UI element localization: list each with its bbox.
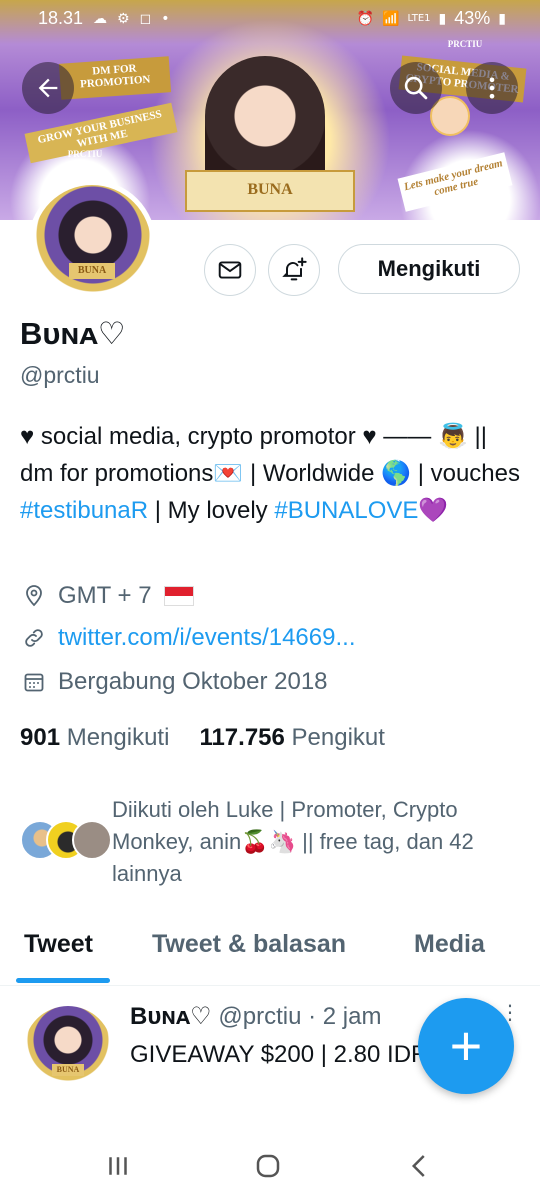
instagram-icon: ◻ (139, 10, 152, 27)
home-button[interactable] (248, 1146, 288, 1186)
url-row: twitter.com/i/events/14669... (20, 624, 355, 652)
wifi-icon: 📶 (382, 10, 400, 27)
search-icon (404, 76, 428, 100)
message-button[interactable] (204, 244, 256, 296)
avatar-image: BUNA (33, 185, 151, 303)
avatar-label: BUNA (69, 263, 115, 279)
display-name: Bᴜɴᴀ♡ (20, 316, 126, 351)
gear-notification-icon: ⚙ (117, 10, 130, 27)
tweet-header: Bᴜɴᴀ♡ @prctiu · 2 jam (130, 1002, 381, 1031)
alarm-icon: ⏰ (356, 10, 375, 27)
profile-url-link[interactable]: twitter.com/i/events/14669... (58, 624, 355, 652)
mutual-avatars (20, 820, 112, 860)
banner-tag-left: PRCTIU (67, 149, 103, 159)
weather-icon: ☁ (93, 10, 108, 27)
bio-text: | vouches (411, 460, 520, 487)
back-button[interactable] (22, 62, 74, 114)
hashtag-testibunar[interactable]: #testibunaR (20, 497, 148, 524)
status-bar: 18.31 ☁ ⚙ ◻ • ⏰ 📶 LTE1 ▮ 43% ▮ (0, 0, 540, 38)
calendar-icon (20, 668, 48, 696)
banner-tag: PRCTIU (447, 39, 483, 49)
chevron-left-icon (411, 1155, 425, 1177)
notifications-button[interactable] (268, 244, 320, 296)
profile-avatar[interactable]: BUNA (28, 180, 156, 308)
tab-media[interactable]: Media (414, 930, 485, 959)
dot-icon: • (161, 10, 170, 27)
handle: @prctiu (20, 362, 100, 388)
arrow-left-icon (38, 78, 58, 98)
follow-stats: 901 Mengikuti 117.756 Pengikut (20, 724, 385, 752)
bio-text: | Worldwide (243, 460, 382, 487)
following-count: 901 (20, 724, 61, 751)
tweet-author-meta: @prctiu · 2 jam (211, 1003, 382, 1030)
followers-label: Pengikut (291, 724, 385, 751)
system-back-button[interactable] (400, 1146, 440, 1186)
followers-count: 117.756 (199, 724, 285, 751)
more-options-button[interactable] (466, 62, 518, 114)
banner-ribbon-dm: DM FOR PROMOTION (58, 56, 172, 100)
compose-tweet-button[interactable]: + (418, 998, 514, 1094)
location-text: GMT + 7 (58, 582, 152, 609)
banner-nameplate: BUNA (185, 170, 355, 212)
globe-emoji: 🌎 (381, 459, 412, 487)
recents-button[interactable] (98, 1146, 138, 1186)
following-button[interactable]: Mengikuti (338, 244, 520, 294)
bio: ♥ social media, crypto promotor ♥ —— 👼 |… (20, 418, 520, 529)
following-label: Mengikuti (66, 724, 170, 751)
bell-plus-icon (282, 257, 307, 281)
signal-icon: ▮ (438, 10, 447, 27)
search-button[interactable] (390, 62, 442, 114)
followed-by-text: Diikuti oleh Luke | Promoter, Crypto Mon… (112, 797, 474, 886)
location-row: GMT + 7 (20, 582, 194, 610)
hashtag-bunalove[interactable]: #BUNALOVE (274, 497, 418, 524)
bio-text: ♥ social media, crypto promotor ♥ —— (20, 423, 438, 450)
tweet-author-name: Bᴜɴᴀ♡ (130, 1003, 212, 1030)
followers-stat[interactable]: 117.756 Pengikut (199, 724, 385, 752)
join-date-row: Bergabung Oktober 2018 (20, 668, 328, 696)
recents-icon (109, 1157, 127, 1175)
angel-emoji: 👼 (437, 422, 468, 450)
tweet-avatar[interactable]: BUNA (24, 1006, 112, 1094)
bio-text: | My lovely (148, 497, 275, 524)
active-tab-indicator (16, 978, 110, 983)
status-time: 18.31 (38, 8, 84, 28)
battery-level: 43% (454, 8, 491, 28)
tweet-avatar-label: BUNA (52, 1064, 84, 1076)
avatar (72, 820, 112, 860)
battery-icon: ▮ (498, 10, 506, 27)
love-letter-emoji: 💌 (213, 459, 244, 487)
link-icon (20, 624, 48, 652)
purple-heart-emoji: 💜 (418, 496, 449, 524)
home-icon (256, 1154, 280, 1178)
tab-tweet[interactable]: Tweet (24, 930, 93, 959)
indonesia-flag-icon (163, 586, 194, 606)
join-date-text: Bergabung Oktober 2018 (58, 668, 328, 695)
tab-tweet-replies[interactable]: Tweet & balasan (152, 930, 346, 959)
following-stat[interactable]: 901 Mengikuti (20, 724, 169, 752)
profile-tabs: Tweet Tweet & balasan Media (0, 920, 540, 986)
android-navigation-bar (0, 1130, 540, 1200)
more-vertical-icon (489, 77, 495, 99)
network-label: LTE1 (407, 13, 431, 24)
envelope-icon (218, 261, 242, 279)
location-pin-icon (20, 582, 48, 610)
